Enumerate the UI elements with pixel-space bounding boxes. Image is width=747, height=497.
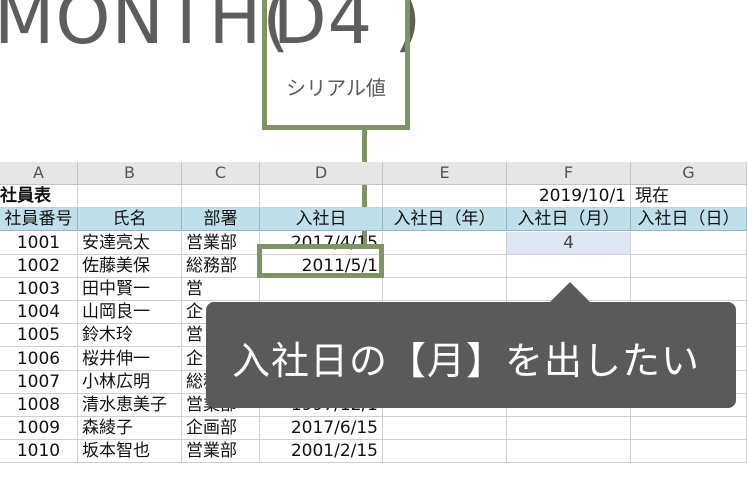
employee-name-cell[interactable]: 田中賢一	[78, 278, 182, 301]
department-cell[interactable]: 総務部	[182, 254, 260, 278]
employee-id-cell[interactable]: 1001	[0, 231, 78, 255]
department-cell[interactable]: 営業部	[182, 231, 260, 255]
table-header-cell[interactable]: 入社日（日）	[631, 208, 747, 232]
column-header-b[interactable]: B	[78, 162, 182, 185]
hire-year-cell[interactable]	[383, 440, 507, 464]
hire-year-cell[interactable]	[383, 254, 507, 278]
table-row: 1010 坂本智也 営業部 2001/2/15	[0, 440, 747, 464]
table-header-cell[interactable]: 入社日（年）	[383, 208, 507, 232]
hire-day-cell[interactable]	[631, 278, 747, 301]
hire-date-cell[interactable]: 2001/2/15	[260, 440, 383, 464]
table-row: 1003 田中賢一営	[0, 278, 747, 301]
table-header-row: 社員番号 氏名 部署 入社日 入社日（年） 入社日（月） 入社日（日）	[0, 208, 747, 232]
hire-day-cell[interactable]	[631, 231, 747, 255]
column-header-g[interactable]: G	[631, 162, 747, 185]
department-cell[interactable]: 企画部	[182, 417, 260, 441]
column-header-e[interactable]: E	[383, 162, 507, 185]
table-row: 1009 森綾子 企画部 2017/6/15	[0, 417, 747, 441]
employee-id-cell[interactable]: 1009	[0, 417, 78, 441]
employee-name-cell[interactable]: 森綾子	[78, 417, 182, 441]
employee-id-cell[interactable]: 1006	[0, 347, 78, 371]
serial-value-label: シリアル値	[286, 76, 386, 100]
hire-year-cell[interactable]	[383, 231, 507, 255]
hire-day-cell[interactable]	[631, 440, 747, 464]
employee-name-cell[interactable]: 小林広明	[78, 370, 182, 394]
highlighted-cell-d4	[257, 244, 384, 278]
column-header-row: ABCDEFG	[0, 162, 747, 185]
hire-month-cell[interactable]	[507, 254, 631, 278]
as-of-date-cell[interactable]: 2019/10/1	[507, 185, 631, 209]
cell[interactable]	[260, 185, 383, 209]
cell[interactable]	[78, 185, 182, 209]
hire-year-cell[interactable]	[383, 417, 507, 441]
employee-id-cell[interactable]: 1003	[0, 278, 78, 301]
employee-name-cell[interactable]: 鈴木玲	[78, 324, 182, 348]
employee-id-cell[interactable]: 1002	[0, 254, 78, 278]
employee-id-cell[interactable]: 1010	[0, 440, 78, 464]
hire-month-cell[interactable]	[507, 440, 631, 464]
table-header-cell[interactable]: 社員番号	[0, 208, 78, 232]
hire-month-cell[interactable]: 4	[507, 231, 631, 255]
employee-id-cell[interactable]: 1008	[0, 394, 78, 417]
column-header-d[interactable]: D	[260, 162, 383, 185]
employee-name-cell[interactable]: 佐藤美保	[78, 254, 182, 278]
argument-highlight-box	[262, 0, 410, 130]
title-row: 社員表 2019/10/1 現在	[0, 185, 747, 209]
employee-name-cell[interactable]: 桜井伸一	[78, 347, 182, 371]
column-header-c[interactable]: C	[182, 162, 260, 185]
formula-function-name: MONTH(	[0, 0, 291, 60]
hire-day-cell[interactable]	[631, 254, 747, 278]
table-header-cell[interactable]: 入社日（月）	[507, 208, 631, 232]
as-of-label-cell[interactable]: 現在	[631, 185, 747, 209]
cell[interactable]	[383, 185, 507, 209]
employee-id-cell[interactable]: 1004	[0, 301, 78, 325]
table-header-cell[interactable]: 部署	[182, 208, 260, 232]
employee-id-cell[interactable]: 1007	[0, 370, 78, 394]
hire-day-cell[interactable]	[631, 417, 747, 441]
speech-bubble-text: 入社日の【月】を出したい	[232, 339, 701, 383]
hire-date-cell[interactable]: 2017/6/15	[260, 417, 383, 441]
cell[interactable]	[182, 185, 260, 209]
table-header-cell[interactable]: 入社日	[260, 208, 383, 232]
hire-month-cell[interactable]	[507, 417, 631, 441]
bubble-pointer	[548, 282, 592, 304]
employee-name-cell[interactable]: 坂本智也	[78, 440, 182, 464]
table-header-cell[interactable]: 氏名	[78, 208, 182, 232]
column-header-a[interactable]: A	[0, 162, 78, 185]
employee-id-cell[interactable]: 1005	[0, 324, 78, 348]
employee-name-cell[interactable]: 山岡良一	[78, 301, 182, 325]
column-header-f[interactable]: F	[507, 162, 631, 185]
employee-name-cell[interactable]: 清水恵美子	[78, 394, 182, 417]
employee-name-cell[interactable]: 安達亮太	[78, 231, 182, 255]
sheet-title-cell[interactable]: 社員表	[0, 185, 78, 209]
hire-date-cell[interactable]	[260, 278, 383, 301]
hire-year-cell[interactable]	[383, 278, 507, 301]
department-cell[interactable]: 営	[182, 278, 260, 301]
department-cell[interactable]: 営業部	[182, 440, 260, 464]
